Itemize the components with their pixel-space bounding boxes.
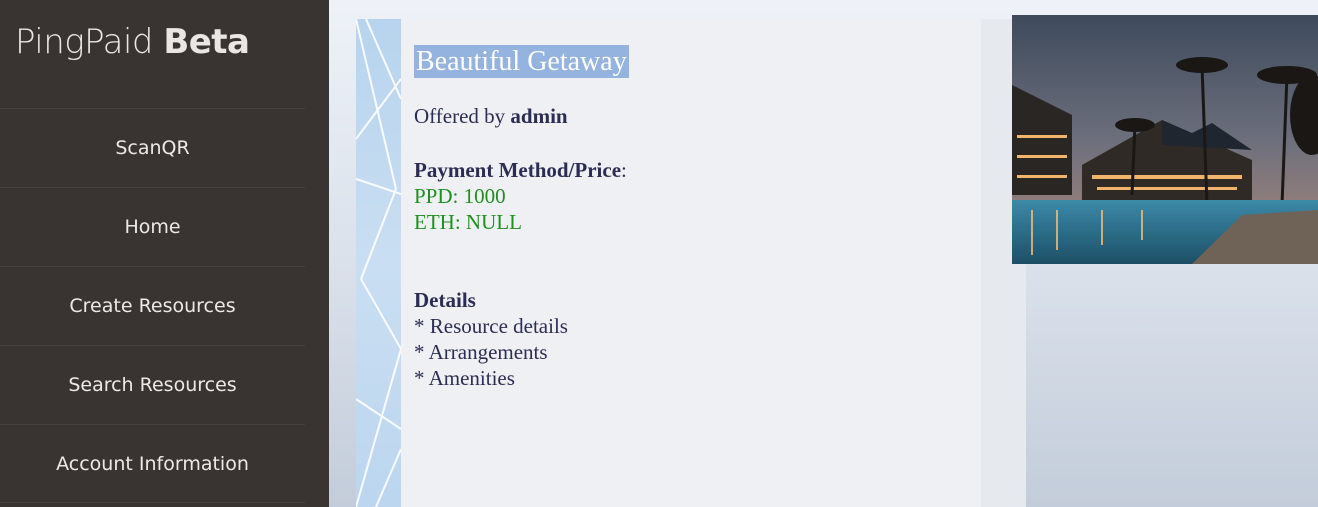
brand-logo[interactable]: PingPaid Beta	[15, 22, 250, 62]
price-eth: ETH: NULL	[414, 210, 522, 234]
resource-panel	[356, 19, 1026, 507]
nav-item-label: Search Resources	[68, 374, 237, 396]
brand-tag: Beta	[163, 22, 250, 62]
details-item: * Resource details	[414, 314, 568, 338]
resort-pool-photo	[1012, 15, 1318, 264]
nav-item-scanqr[interactable]: ScanQR	[0, 108, 305, 187]
details-section: Details * Resource details * Arrangement…	[414, 287, 568, 391]
offered-by: Offered by admin	[414, 104, 568, 129]
sidebar: PingPaid Beta ScanQR Home Create Resourc…	[0, 0, 329, 507]
nav-item-label: Create Resources	[69, 295, 236, 317]
nav-item-label: Home	[124, 216, 181, 238]
brand-name: PingPaid	[15, 22, 154, 62]
offered-prefix: Offered by	[414, 104, 506, 128]
details-item: * Arrangements	[414, 340, 548, 364]
payment-section: Payment Method/Price: PPD: 1000 ETH: NUL…	[414, 157, 627, 235]
nav-item-label: Account Information	[56, 452, 249, 475]
details-label: Details	[414, 288, 476, 312]
decorative-stripe	[356, 19, 401, 507]
offered-by-user: admin	[510, 104, 568, 128]
details-item: * Amenities	[414, 366, 515, 390]
sidebar-nav: ScanQR Home Create Resources Search Reso…	[0, 108, 305, 503]
nav-item-create-resources[interactable]: Create Resources	[0, 266, 305, 345]
resource-content	[401, 19, 981, 507]
nav-item-label: ScanQR	[115, 137, 190, 159]
payment-colon: :	[621, 158, 627, 182]
nav-item-account-information[interactable]: Account Information	[0, 424, 305, 503]
payment-label: Payment Method/Price	[414, 158, 622, 182]
price-ppd: PPD: 1000	[414, 184, 506, 208]
resource-title: Beautiful Getaway	[414, 45, 629, 78]
nav-item-search-resources[interactable]: Search Resources	[0, 345, 305, 424]
nav-item-home[interactable]: Home	[0, 187, 305, 266]
